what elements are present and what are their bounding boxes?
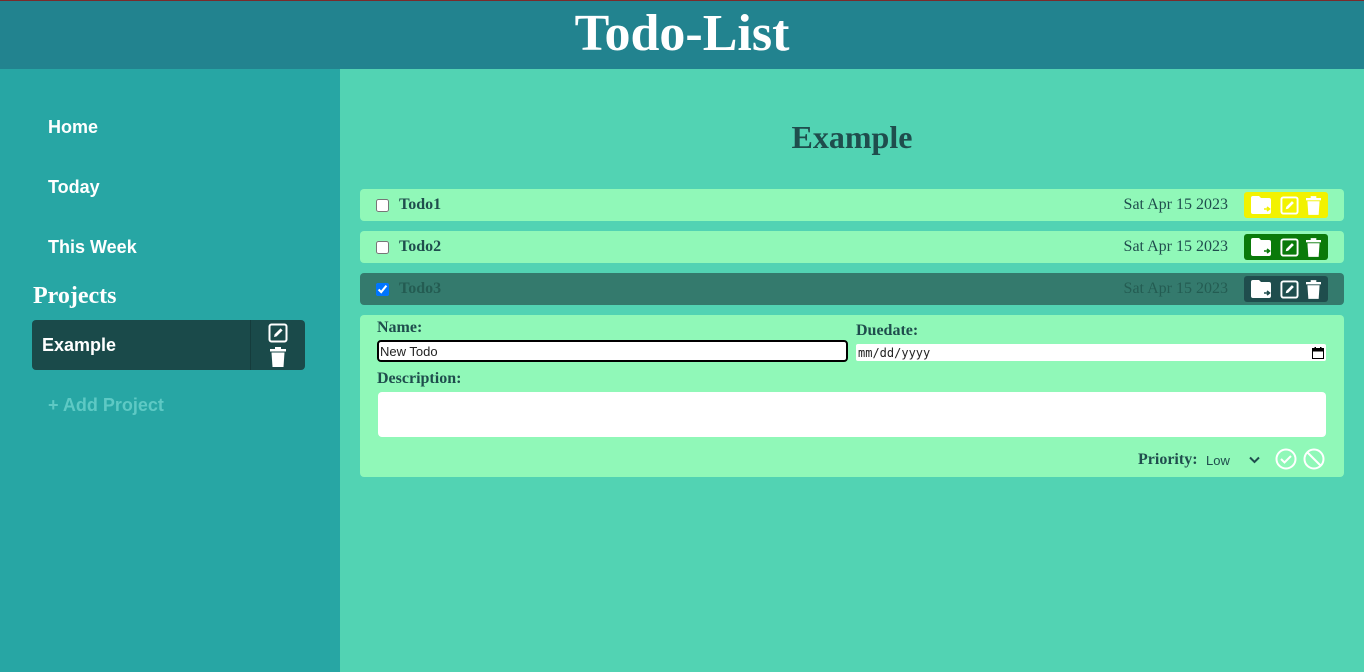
todo-name: Todo1 bbox=[399, 196, 442, 213]
project-title: Example bbox=[791, 119, 913, 155]
trash-icon[interactable] bbox=[1305, 237, 1321, 257]
duedate-label: Duedate: bbox=[856, 322, 919, 339]
todo-item: Todo2 Sat Apr 15 2023 bbox=[360, 231, 1344, 263]
todo-date: Sat Apr 15 2023 bbox=[1123, 280, 1228, 297]
nav-today[interactable]: Today bbox=[48, 177, 100, 198]
duedate-input[interactable]: mm/dd/yyyy bbox=[856, 344, 1326, 361]
move-folder-icon[interactable] bbox=[1251, 238, 1273, 256]
trash-icon[interactable] bbox=[1305, 279, 1321, 299]
app-title: Todo-List bbox=[574, 4, 790, 62]
add-project-button[interactable]: + Add Project bbox=[48, 395, 164, 416]
edit-icon[interactable] bbox=[268, 323, 288, 343]
nav-this-week[interactable]: This Week bbox=[48, 237, 137, 258]
todo-checkbox[interactable] bbox=[376, 240, 389, 254]
priority-value: Low bbox=[1206, 452, 1230, 468]
todo-name: Todo3 bbox=[399, 280, 442, 297]
trash-icon[interactable] bbox=[1305, 195, 1321, 215]
todo-edit-form: Name: Duedate: mm/dd/yyyy Description: P… bbox=[360, 315, 1344, 477]
todo-actions bbox=[1244, 234, 1328, 260]
nav-home[interactable]: Home bbox=[48, 117, 98, 138]
move-folder-icon[interactable] bbox=[1251, 196, 1273, 214]
calendar-icon[interactable] bbox=[1312, 346, 1324, 359]
todo-date: Sat Apr 15 2023 bbox=[1123, 196, 1228, 213]
todo-actions bbox=[1244, 192, 1328, 218]
duedate-placeholder: mm/dd/yyyy bbox=[858, 345, 931, 360]
todo-actions bbox=[1244, 276, 1328, 302]
cancel-icon[interactable] bbox=[1303, 448, 1325, 470]
todo-date: Sat Apr 15 2023 bbox=[1123, 238, 1228, 255]
priority-select[interactable]: Low bbox=[1202, 450, 1262, 470]
todo-item: Todo1 Sat Apr 15 2023 bbox=[360, 189, 1344, 221]
sidebar: Home Today This Week Projects Example + … bbox=[0, 69, 340, 672]
project-actions bbox=[250, 320, 305, 370]
edit-icon[interactable] bbox=[1280, 237, 1299, 257]
edit-icon[interactable] bbox=[1280, 195, 1299, 215]
todo-checkbox[interactable] bbox=[376, 198, 389, 212]
project-name[interactable]: Example bbox=[32, 320, 250, 370]
app-header: Todo-List bbox=[0, 0, 1364, 69]
chevron-down-icon bbox=[1249, 456, 1260, 464]
todo-checkbox[interactable] bbox=[376, 282, 389, 296]
project-item-example[interactable]: Example bbox=[32, 320, 305, 370]
move-folder-icon[interactable] bbox=[1251, 280, 1273, 298]
priority-label: Priority: bbox=[1138, 451, 1198, 468]
confirm-icon[interactable] bbox=[1275, 448, 1297, 470]
description-label: Description: bbox=[377, 370, 462, 387]
name-input[interactable] bbox=[377, 340, 848, 362]
todo-name: Todo2 bbox=[399, 238, 442, 255]
name-label: Name: bbox=[377, 319, 423, 336]
main-content: Example Todo1 Sat Apr 15 2023 Todo2 Sat … bbox=[340, 69, 1364, 672]
description-input[interactable] bbox=[378, 392, 1326, 437]
todo-item: Todo3 Sat Apr 15 2023 bbox=[360, 273, 1344, 305]
trash-icon[interactable] bbox=[270, 347, 286, 367]
edit-icon[interactable] bbox=[1280, 279, 1299, 299]
projects-heading: Projects bbox=[33, 283, 117, 309]
